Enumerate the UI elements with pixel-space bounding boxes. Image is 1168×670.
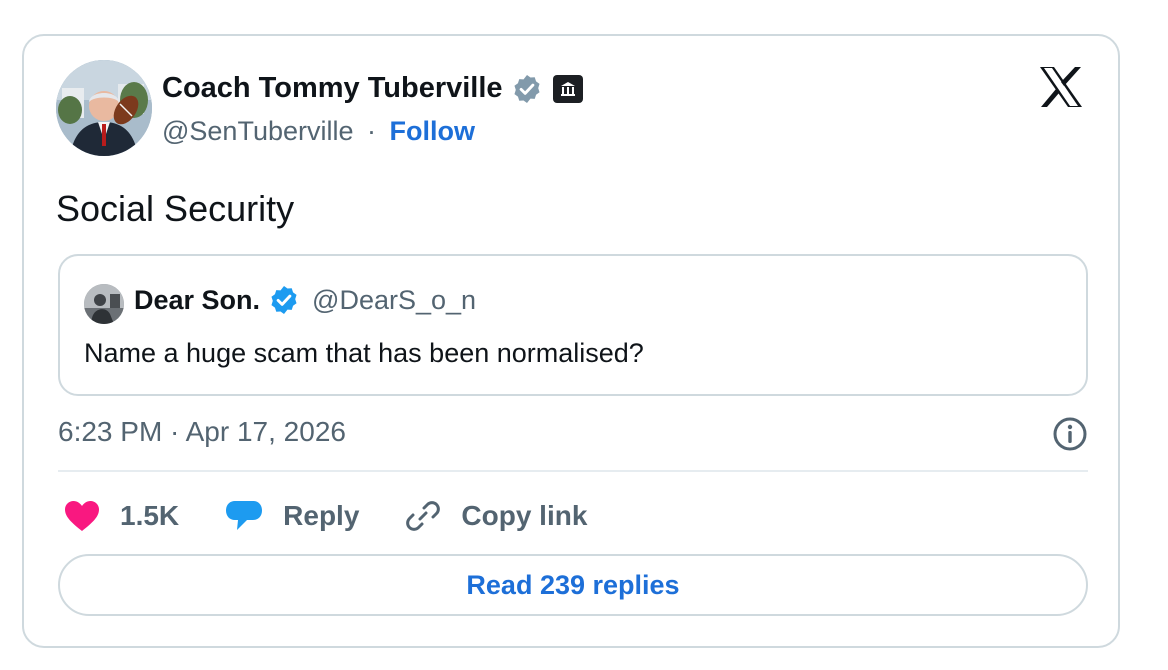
reply-label: Reply [283, 500, 360, 531]
action-bar: 1.5K Reply Copy link [64, 494, 633, 538]
author-handle[interactable]: @SenTuberville [162, 116, 354, 146]
verified-gray-icon [511, 73, 543, 105]
quoted-tweet[interactable]: Dear Son. @DearS_o_n Name a huge scam th… [58, 254, 1088, 396]
tweet-embed-card: Coach Tommy Tuberville @SenTuberville · … [22, 34, 1120, 648]
x-logo-icon[interactable] [1038, 66, 1084, 108]
quoted-author-handle[interactable]: @DearS_o_n [312, 285, 476, 316]
author-handle-line: @SenTuberville · Follow [162, 116, 475, 147]
quoted-author-name[interactable]: Dear Son. [134, 285, 260, 316]
government-building-icon [552, 74, 583, 103]
like-button[interactable]: 1.5K [64, 500, 179, 532]
author-name[interactable]: Coach Tommy Tuberville [162, 72, 503, 105]
link-icon [406, 501, 441, 531]
follow-button[interactable]: Follow [390, 116, 475, 146]
author-name-row[interactable]: Coach Tommy Tuberville [162, 72, 583, 105]
tweet-timestamp[interactable]: 6:23 PM · Apr 17, 2026 [58, 416, 346, 448]
divider [58, 470, 1088, 472]
heart-icon [65, 501, 99, 531]
separator: · [367, 116, 377, 146]
verified-blue-icon [268, 284, 300, 316]
read-replies-button[interactable]: Read 239 replies [58, 554, 1088, 616]
tweet-text: Social Security [56, 188, 295, 229]
quoted-tweet-text: Name a huge scam that has been normalise… [84, 338, 644, 368]
copy-link-label: Copy link [461, 500, 588, 531]
author-photo [56, 60, 152, 156]
author-avatar[interactable] [56, 60, 152, 156]
quoted-author-photo [84, 284, 124, 324]
info-icon[interactable] [1052, 416, 1088, 452]
quoted-author-row: Dear Son. @DearS_o_n [134, 284, 476, 316]
copy-link-button[interactable]: Copy link [405, 498, 587, 534]
reply-button[interactable]: Reply [225, 499, 359, 533]
like-count: 1.5K [120, 500, 180, 531]
speech-bubble-icon [226, 501, 263, 530]
quoted-author-avatar[interactable] [84, 284, 124, 324]
